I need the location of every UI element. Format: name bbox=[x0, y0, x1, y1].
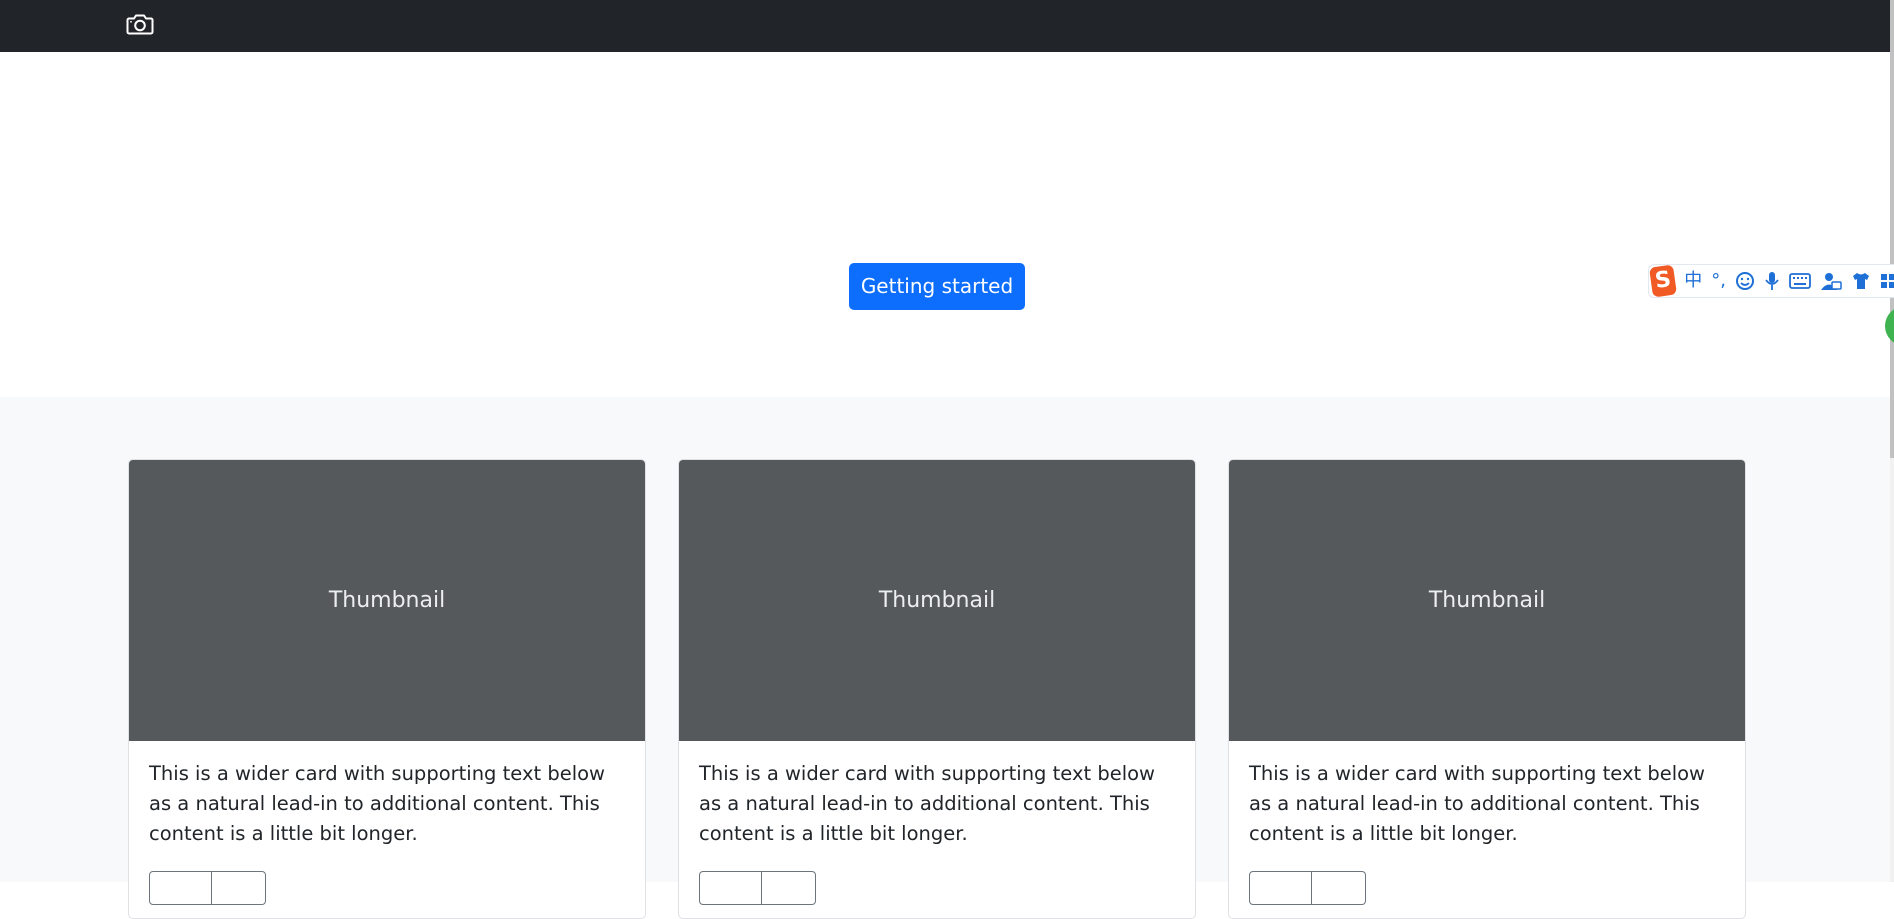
scrollbar-thumb[interactable] bbox=[1890, 0, 1894, 458]
view-button[interactable] bbox=[699, 871, 762, 905]
card-text: This is a wider card with supporting tex… bbox=[1249, 762, 1705, 845]
edit-button[interactable] bbox=[212, 871, 266, 905]
top-navbar bbox=[0, 0, 1890, 52]
keyboard-icon[interactable] bbox=[1789, 272, 1811, 290]
card: Thumbnail This is a wider card with supp… bbox=[678, 459, 1196, 919]
card-button-group bbox=[699, 871, 816, 905]
view-button[interactable] bbox=[1249, 871, 1312, 905]
ime-logo[interactable]: S bbox=[1649, 264, 1678, 298]
card: Thumbnail This is a wider card with supp… bbox=[128, 459, 646, 919]
ime-mode-toggle[interactable]: 中 bbox=[1684, 271, 1702, 291]
ime-punctuation-toggle[interactable]: °, bbox=[1711, 271, 1726, 291]
view-button[interactable] bbox=[149, 871, 212, 905]
getting-started-button[interactable]: Getting started bbox=[849, 263, 1025, 310]
hero-section: Getting started bbox=[0, 52, 1890, 397]
card: Thumbnail This is a wider card with supp… bbox=[1228, 459, 1746, 919]
microphone-icon[interactable] bbox=[1764, 271, 1780, 291]
camera-icon[interactable] bbox=[126, 12, 154, 36]
smiley-icon[interactable] bbox=[1735, 271, 1755, 291]
grid-icon[interactable] bbox=[1880, 272, 1894, 290]
ime-toolbar[interactable]: S 中 °, bbox=[1648, 264, 1894, 298]
card-button-group bbox=[1249, 871, 1366, 905]
edit-button[interactable] bbox=[762, 871, 816, 905]
card-button-group bbox=[149, 871, 266, 905]
card-text: This is a wider card with supporting tex… bbox=[149, 762, 605, 845]
shirt-icon[interactable] bbox=[1851, 272, 1871, 290]
user-icon[interactable] bbox=[1820, 271, 1842, 291]
thumbnail-placeholder: Thumbnail bbox=[679, 460, 1195, 741]
album-section: Thumbnail This is a wider card with supp… bbox=[0, 397, 1890, 919]
thumbnail-placeholder: Thumbnail bbox=[1229, 460, 1745, 741]
page-scrollbar[interactable] bbox=[1890, 0, 1894, 882]
card-text: This is a wider card with supporting tex… bbox=[699, 762, 1155, 845]
edit-button[interactable] bbox=[1312, 871, 1366, 905]
thumbnail-placeholder: Thumbnail bbox=[129, 460, 645, 741]
